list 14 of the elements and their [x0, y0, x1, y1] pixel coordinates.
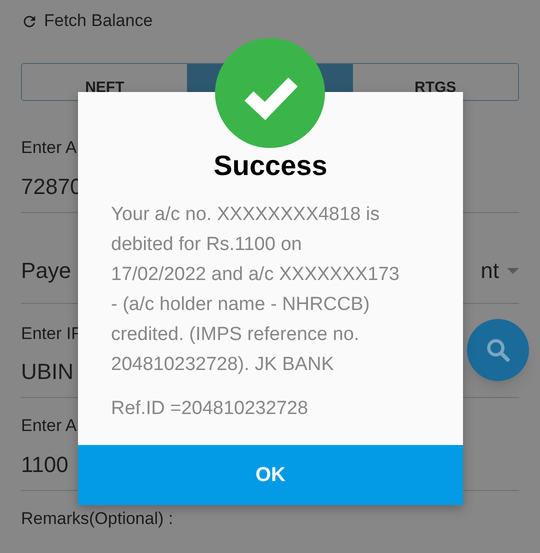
search-icon [485, 336, 511, 362]
input-field: UBIN [21, 355, 74, 388]
reference-id: Ref.ID =204810232728 [111, 396, 308, 421]
field-label: Enter A [21, 137, 77, 160]
dialog-message: Your a/c no. XXXXXXXX4818 is debited for Rs.1100 on 17/02/2022 and a/c XXXXXXX173 - (a/c holder name - NHRCCB) credited. (IMPS reference no. 204810232728). JK BANK [111, 203, 400, 377]
dialog-title: Success [214, 149, 328, 183]
input-field: 1100 [21, 448, 68, 480]
dropdown-caret-icon [507, 268, 519, 274]
ok-button[interactable]: OK [78, 445, 463, 505]
fetch-balance-button[interactable]: Fetch Balance [21, 8, 153, 34]
field-label: Enter A [21, 415, 77, 438]
dropdown-value: nt [480, 257, 499, 285]
dropdown-value: Paye [21, 257, 72, 285]
field-label: Remarks(Optional) : [21, 508, 174, 530]
